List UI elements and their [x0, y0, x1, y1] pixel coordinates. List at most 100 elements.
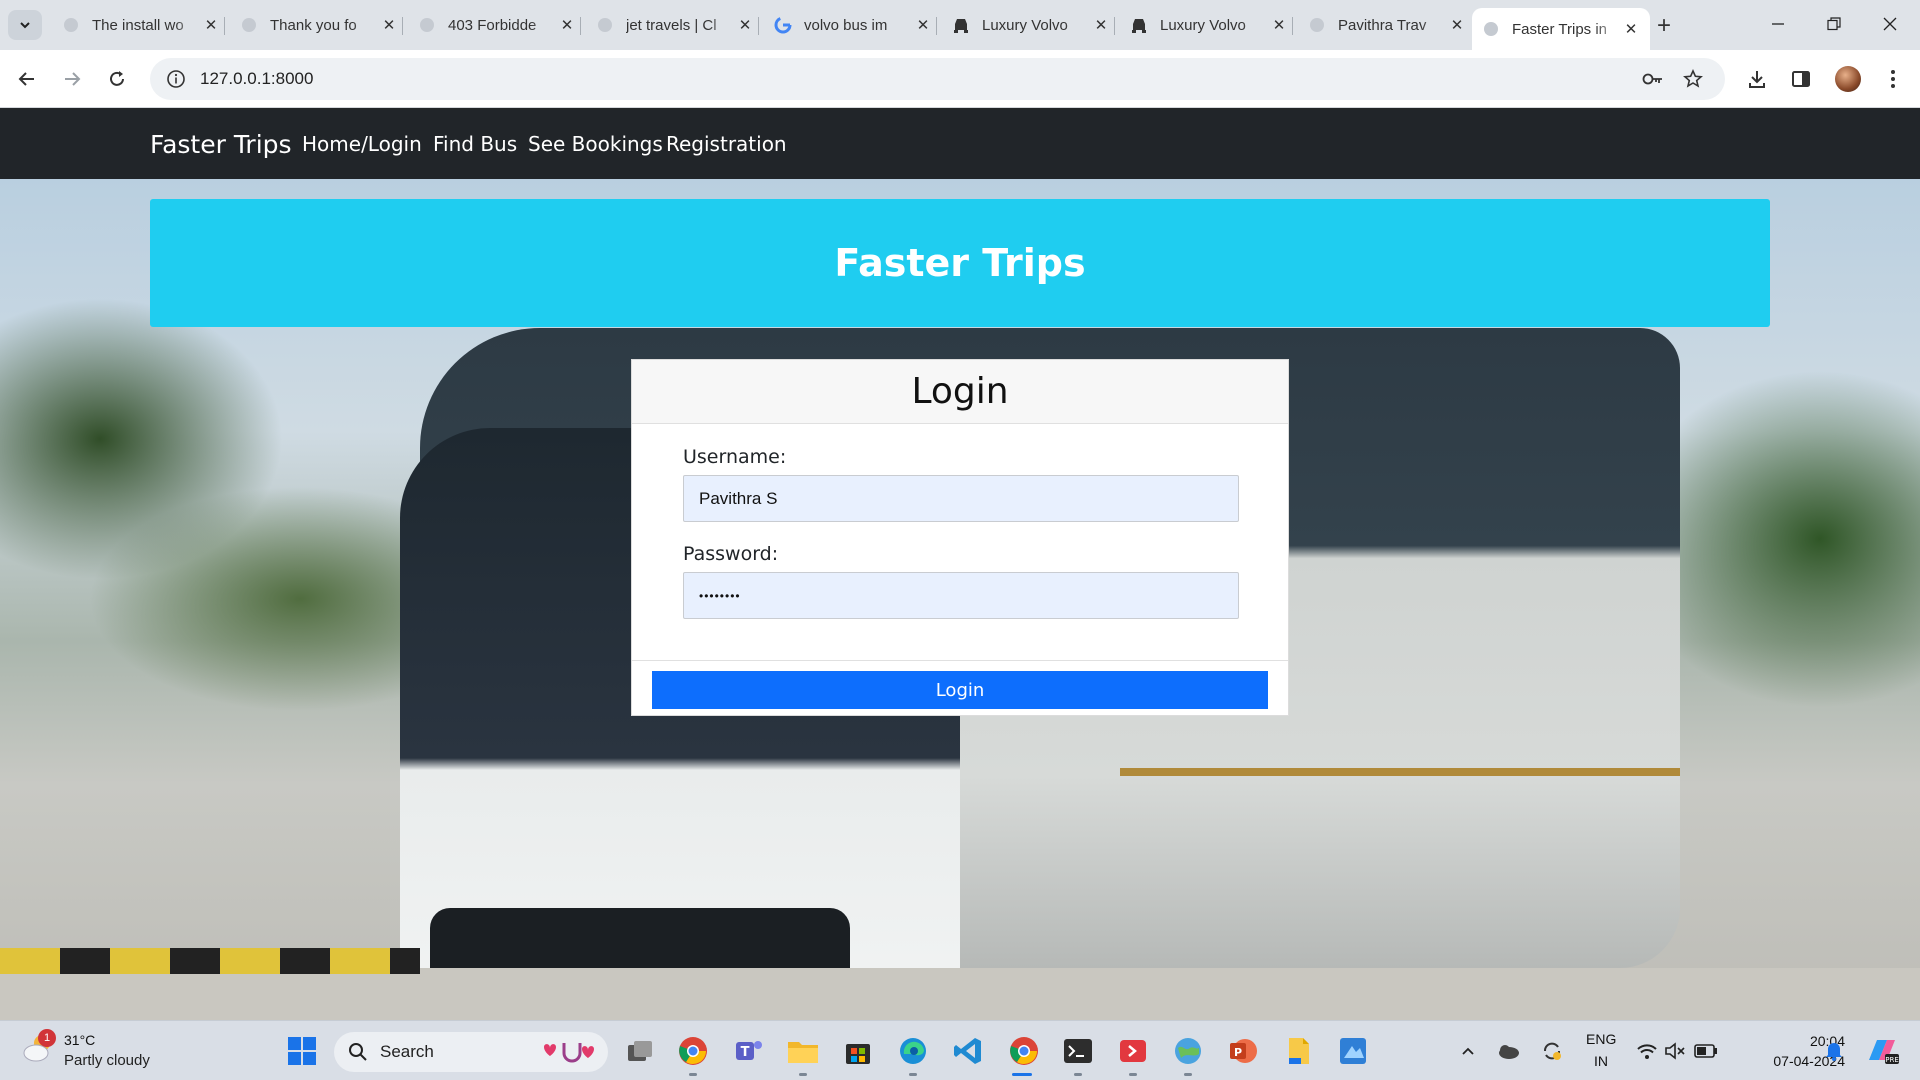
- close-icon[interactable]: ✕: [914, 16, 932, 34]
- volume-muted-icon[interactable]: [1662, 1033, 1688, 1069]
- site-info-icon[interactable]: [158, 69, 194, 89]
- browser-tab[interactable]: jet travels | Cl ✕: [586, 8, 764, 42]
- taskbar-paint[interactable]: [1335, 1033, 1371, 1069]
- close-icon[interactable]: ✕: [1092, 16, 1110, 34]
- tab-title: Pavithra Trav: [1338, 16, 1427, 34]
- taskbar-teams[interactable]: T: [731, 1033, 767, 1069]
- nav-link-home-login[interactable]: Home/Login: [302, 132, 422, 156]
- nav-link-see-bookings[interactable]: See Bookings: [528, 132, 663, 156]
- minimize-button[interactable]: [1750, 0, 1806, 48]
- address-bar[interactable]: 127.0.0.1:8000: [150, 58, 1725, 100]
- sync-icon[interactable]: [1538, 1033, 1566, 1069]
- close-icon[interactable]: ✕: [380, 16, 398, 34]
- terminal-icon: [1064, 1039, 1092, 1063]
- minimize-icon: [1772, 23, 1784, 25]
- username-input[interactable]: Pavithra S: [683, 475, 1239, 522]
- browser-tab[interactable]: 403 Forbidde ✕: [408, 8, 586, 42]
- start-button[interactable]: [284, 1033, 320, 1069]
- notification-bell-icon[interactable]: [1820, 1033, 1848, 1069]
- language-bottom[interactable]: IN: [1594, 1053, 1608, 1069]
- close-icon[interactable]: ✕: [1622, 20, 1640, 38]
- taskbar-notes[interactable]: [1280, 1033, 1316, 1069]
- site-banner: Faster Trips: [150, 199, 1770, 327]
- car-icon: [952, 16, 970, 34]
- browser-tab[interactable]: Pavithra Trav ✕: [1298, 8, 1476, 42]
- reload-button[interactable]: [101, 63, 133, 95]
- taskbar-chrome[interactable]: [675, 1033, 711, 1069]
- taskbar-search[interactable]: Search: [334, 1032, 608, 1072]
- arrow-left-icon: [18, 72, 34, 86]
- browser-tab[interactable]: Thank you fo ✕: [230, 8, 408, 42]
- task-view-button[interactable]: [622, 1033, 658, 1069]
- weather-badge: 1: [38, 1029, 56, 1047]
- nav-link-registration[interactable]: Registration: [666, 132, 787, 156]
- bookmark-star-icon[interactable]: [1677, 63, 1709, 95]
- close-icon[interactable]: ✕: [202, 16, 220, 34]
- side-panel-icon: [1792, 71, 1810, 87]
- username-label: Username:: [683, 446, 787, 468]
- downloads-button[interactable]: [1741, 63, 1773, 95]
- password-key-icon[interactable]: [1637, 63, 1669, 95]
- banner-title: Faster Trips: [834, 241, 1086, 285]
- taskbar-edge[interactable]: [895, 1033, 931, 1069]
- language-top[interactable]: ENG: [1586, 1031, 1616, 1047]
- google-icon: [774, 16, 792, 34]
- nav-link-find-bus[interactable]: Find Bus: [433, 132, 517, 156]
- menu-button[interactable]: [1877, 63, 1909, 95]
- tab-title: Luxury Volvo: [1160, 16, 1246, 34]
- globe-icon: [62, 16, 80, 34]
- battery-icon[interactable]: [1692, 1033, 1720, 1069]
- svg-text:P: P: [1234, 1046, 1242, 1059]
- browser-tab-active[interactable]: Faster Trips in ✕: [1472, 8, 1650, 50]
- edge-icon: [900, 1038, 926, 1064]
- copilot-icon[interactable]: PRE: [1862, 1033, 1902, 1069]
- chrome-icon: [1010, 1037, 1038, 1065]
- login-card: Login Username: Pavithra S Password: •••…: [631, 359, 1289, 716]
- globe-icon: [596, 16, 614, 34]
- login-title: Login: [911, 371, 1009, 412]
- tab-title: Thank you fo: [270, 16, 357, 34]
- password-input[interactable]: ••••••••: [683, 572, 1239, 619]
- taskbar-powerpoint[interactable]: P: [1225, 1033, 1261, 1069]
- close-icon[interactable]: ✕: [736, 16, 754, 34]
- taskbar-store[interactable]: [840, 1033, 876, 1069]
- close-window-button[interactable]: [1862, 0, 1918, 48]
- show-hidden-icons-button[interactable]: [1454, 1033, 1482, 1069]
- navbar-brand[interactable]: Faster Trips: [150, 130, 292, 159]
- tab-title: volvo bus im: [804, 16, 888, 34]
- taskbar-vscode[interactable]: [950, 1033, 986, 1069]
- tab-search-button[interactable]: [8, 10, 42, 40]
- svg-text:T: T: [741, 1045, 750, 1060]
- paint-icon: [1340, 1038, 1366, 1064]
- close-icon[interactable]: ✕: [1270, 16, 1288, 34]
- taskbar-chrome-active[interactable]: [1006, 1033, 1042, 1069]
- taskbar-git-app[interactable]: [1115, 1033, 1151, 1069]
- forward-button[interactable]: [56, 63, 88, 95]
- new-tab-button[interactable]: +: [1650, 12, 1678, 40]
- profile-avatar[interactable]: [1835, 66, 1861, 92]
- tab-title: Luxury Volvo: [982, 16, 1068, 34]
- close-icon[interactable]: ✕: [558, 16, 576, 34]
- wifi-icon[interactable]: [1634, 1033, 1660, 1069]
- login-button[interactable]: Login: [652, 671, 1268, 709]
- browser-tab[interactable]: volvo bus im ✕: [764, 8, 942, 42]
- taskbar-globe-app[interactable]: [1170, 1033, 1206, 1069]
- back-button[interactable]: [11, 63, 43, 95]
- taskbar-terminal[interactable]: [1060, 1033, 1096, 1069]
- tab-title: 403 Forbidde: [448, 16, 537, 34]
- onedrive-icon[interactable]: [1494, 1033, 1522, 1069]
- login-card-header: Login: [632, 360, 1288, 424]
- browser-tab[interactable]: The install wo ✕: [52, 8, 230, 42]
- arrow-right-icon: [65, 72, 81, 86]
- globe-icon: [418, 16, 436, 34]
- globe-icon: [1308, 16, 1326, 34]
- restore-button[interactable]: [1806, 0, 1862, 48]
- close-icon[interactable]: ✕: [1448, 16, 1466, 34]
- teams-icon: T: [736, 1041, 762, 1060]
- side-panel-button[interactable]: [1785, 63, 1817, 95]
- task-view-icon: [628, 1041, 652, 1061]
- restore-icon: [1827, 17, 1841, 31]
- browser-tab[interactable]: Luxury Volvo ✕: [1120, 8, 1298, 42]
- browser-tab[interactable]: Luxury Volvo ✕: [942, 8, 1120, 42]
- taskbar-file-explorer[interactable]: [785, 1033, 821, 1069]
